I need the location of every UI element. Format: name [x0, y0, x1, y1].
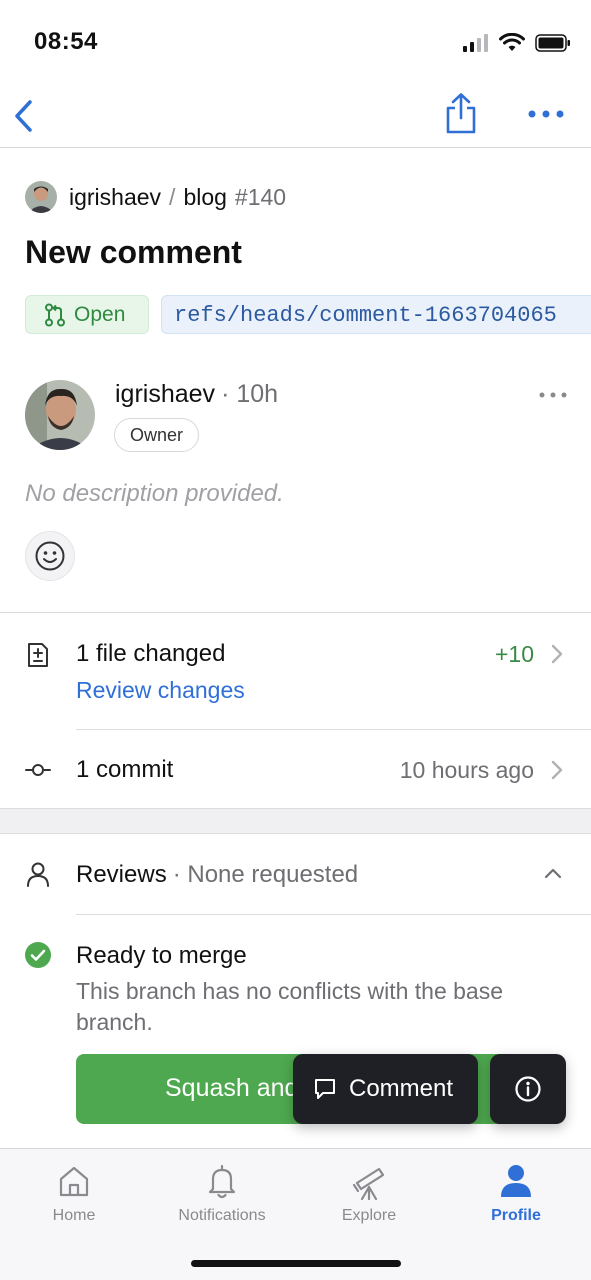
- status-icons: [463, 33, 571, 53]
- review-changes-link[interactable]: Review changes: [76, 677, 245, 704]
- divider: [0, 612, 591, 613]
- owner-badge: Owner: [114, 418, 199, 452]
- divider: [76, 729, 591, 730]
- divider: [76, 914, 591, 915]
- status-badge-label: Open: [74, 302, 126, 326]
- git-commit-icon: [25, 764, 51, 776]
- bell-icon: [208, 1164, 236, 1199]
- status-time: 08:54: [34, 28, 98, 55]
- comment-button-label: Comment: [349, 1075, 454, 1102]
- reviews-label: Reviews: [76, 861, 167, 888]
- check-circle-icon: [25, 942, 51, 968]
- chevron-up-icon[interactable]: [543, 866, 563, 880]
- tab-home-label: Home: [52, 1207, 96, 1224]
- person-icon: [501, 1165, 531, 1197]
- battery-icon: [535, 34, 570, 52]
- repo-separator: /: [169, 183, 176, 210]
- git-pull-request-icon: [45, 303, 65, 326]
- repo-owner: igrishaev: [69, 183, 162, 210]
- telescope-icon: [352, 1167, 385, 1201]
- tab-notifications[interactable]: Notifications: [162, 1161, 282, 1225]
- page-title: New comment: [25, 234, 242, 270]
- ellipsis-icon[interactable]: [526, 104, 566, 124]
- status-bar: 08:54: [0, 0, 591, 84]
- repo-breadcrumb[interactable]: igrishaev / blog #140: [25, 180, 286, 214]
- branch-ref[interactable]: refs/heads/comment-1663704065: [161, 295, 591, 334]
- section-separator: [0, 808, 591, 834]
- comment-button[interactable]: Comment: [293, 1054, 478, 1124]
- add-reaction-button[interactable]: [25, 531, 75, 581]
- author-line: igrishaev · 10h: [115, 380, 278, 409]
- tab-profile[interactable]: Profile: [456, 1161, 576, 1225]
- tab-notifications-label: Notifications: [178, 1207, 266, 1224]
- commits-time: 10 hours ago: [399, 757, 534, 783]
- status-badge: Open: [25, 295, 149, 334]
- tab-explore[interactable]: Explore: [309, 1161, 429, 1225]
- merge-status-subtitle: This branch has no conflicts with the ba…: [76, 978, 504, 1035]
- files-changed-title: 1 file changed: [76, 640, 226, 667]
- info-button[interactable]: [490, 1054, 566, 1124]
- ellipsis-icon[interactable]: [538, 390, 568, 400]
- author-name[interactable]: igrishaev: [115, 380, 215, 409]
- repo-owner-avatar: [25, 181, 57, 213]
- chevron-right-icon: [551, 760, 563, 780]
- chevron-left-icon[interactable]: [12, 96, 36, 136]
- repo-name: blog: [183, 183, 227, 210]
- pr-number: #140: [234, 183, 287, 210]
- reviews-line: Reviews · None requested: [76, 861, 358, 889]
- pr-description: No description provided.: [25, 480, 284, 507]
- share-icon[interactable]: [444, 92, 478, 134]
- avatar[interactable]: [25, 380, 95, 450]
- tab-profile-label: Profile: [491, 1207, 541, 1224]
- additions-count: +10: [494, 641, 534, 667]
- file-diff-icon: [28, 643, 48, 667]
- commits-title: 1 commit: [76, 756, 174, 783]
- merge-status-title: Ready to merge: [76, 942, 247, 969]
- home-icon: [59, 1166, 89, 1197]
- home-indicator: [191, 1260, 401, 1267]
- tab-explore-label: Explore: [341, 1207, 397, 1224]
- author-timestamp: · 10h: [221, 380, 279, 408]
- wifi-icon: [499, 33, 525, 51]
- navigation-bar: [0, 84, 591, 148]
- cellular-signal-icon: [463, 34, 488, 52]
- comment-icon: [315, 1079, 335, 1099]
- person-icon: [27, 862, 49, 887]
- tab-home[interactable]: Home: [14, 1161, 134, 1225]
- reviews-status: · None requested: [172, 861, 359, 888]
- smiley-icon: [35, 541, 65, 571]
- info-icon: [515, 1076, 541, 1102]
- chevron-right-icon: [551, 644, 563, 664]
